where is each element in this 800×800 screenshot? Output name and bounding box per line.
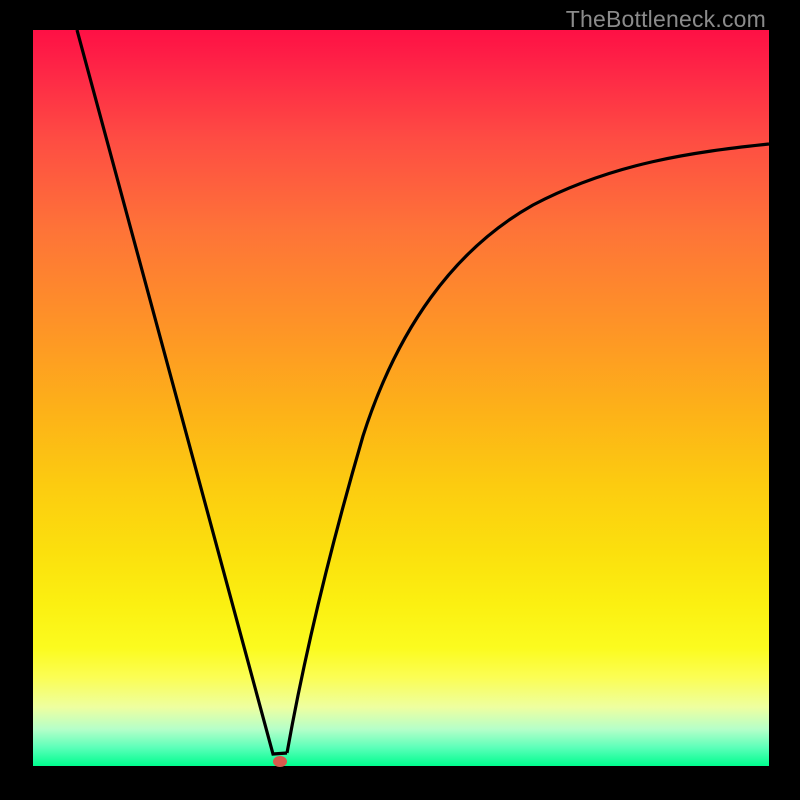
chart-plot-area — [33, 30, 769, 766]
watermark-text: TheBottleneck.com — [566, 6, 766, 33]
bottleneck-curve — [33, 30, 769, 766]
optimal-point-marker — [273, 756, 287, 767]
curve-right-branch — [287, 144, 769, 753]
curve-left-branch — [77, 30, 287, 754]
